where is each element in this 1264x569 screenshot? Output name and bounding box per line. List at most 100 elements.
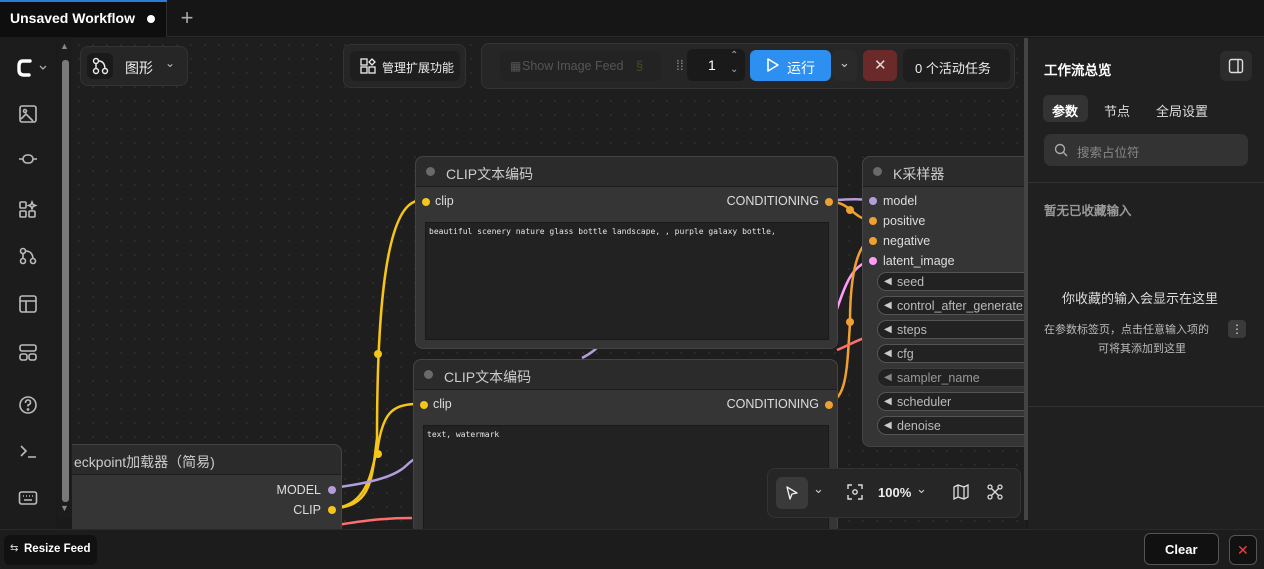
scroll-down-icon[interactable]: ▼ xyxy=(60,503,69,513)
slot-label: clip xyxy=(435,194,454,208)
empty-title: 你收藏的输入会显示在这里 xyxy=(1062,291,1219,306)
link-visibility-icon[interactable] xyxy=(987,484,1003,500)
run-label: 运行 xyxy=(787,60,815,76)
cancel-button[interactable]: ✕ xyxy=(863,50,897,81)
widget-seed[interactable]: ◀seed1 xyxy=(877,272,1026,291)
input-slot-negative[interactable] xyxy=(869,237,877,245)
minimap-icon[interactable] xyxy=(953,484,969,500)
drag-handle-icon[interactable]: ⁞⁞ xyxy=(676,57,684,73)
fit-view-icon[interactable] xyxy=(847,484,863,500)
templates-icon[interactable] xyxy=(18,294,38,314)
widget-sampler-name[interactable]: ◀ sampler_name xyxy=(877,368,1026,387)
widget-control-after-generate[interactable]: ◀ control_after_generate xyxy=(877,296,1026,315)
slot-label: MODEL xyxy=(276,483,321,497)
resize-feed-button[interactable]: ⇆ Resize Feed xyxy=(4,535,97,565)
scroll-up-icon[interactable]: ▲ xyxy=(60,41,69,51)
increment-icon[interactable]: ⌃ xyxy=(730,50,738,61)
slot-label: CONDITIONING xyxy=(726,194,819,208)
layout-icon[interactable] xyxy=(18,342,38,362)
node-header[interactable] xyxy=(863,157,1026,187)
widget-cfg[interactable]: ◀ cfg xyxy=(877,344,1026,363)
node-collapse-dot[interactable] xyxy=(873,167,882,176)
tab-unsaved-workflow[interactable]: Unsaved Workflow xyxy=(0,0,167,37)
input-slot-positive[interactable] xyxy=(869,217,877,225)
decrement-icon[interactable]: ⌄ xyxy=(730,64,738,75)
chevron-down-icon[interactable]: ⌄ xyxy=(813,481,824,497)
active-tasks-button[interactable]: 0 个活动任务 xyxy=(903,49,1010,82)
nodes-icon[interactable] xyxy=(18,199,38,219)
node-collapse-dot[interactable] xyxy=(424,370,433,379)
keyboard-icon[interactable] xyxy=(18,488,38,508)
queue-count-value: 1 xyxy=(708,57,716,73)
widget-denoise[interactable]: ◀ denoise xyxy=(877,416,1026,435)
decrement-icon[interactable]: ◀ xyxy=(884,420,892,431)
tab-nodes[interactable]: 节点 xyxy=(1104,101,1130,120)
show-image-feed-button[interactable]: ▦ Show Image Feed § xyxy=(500,51,662,81)
help-icon[interactable] xyxy=(18,395,38,415)
run-button[interactable]: 运行 xyxy=(750,50,831,81)
decrement-icon[interactable]: ◀ xyxy=(884,372,892,383)
zoom-level[interactable]: 100% xyxy=(878,485,911,500)
search-placeholder: 搜索占位符 xyxy=(1077,146,1140,160)
decrement-icon[interactable]: ◀ xyxy=(884,300,892,311)
slot-label: CONDITIONING xyxy=(726,397,819,411)
comfy-logo-icon[interactable] xyxy=(16,58,50,78)
widget-label: cfg xyxy=(897,347,914,361)
bottom-bar: ⇆ Resize Feed Clear ✕ xyxy=(0,529,1264,569)
node-collapse-dot[interactable] xyxy=(426,167,435,176)
checkpoint-loader-node[interactable]: eckpoint加载器（简易) MODEL CLIP xyxy=(72,444,342,530)
output-slot-conditioning[interactable] xyxy=(825,401,833,409)
chevron-down-icon[interactable]: ⌄ xyxy=(916,481,927,497)
tab-global-settings[interactable]: 全局设置 xyxy=(1156,101,1208,120)
image-icon[interactable] xyxy=(18,104,38,124)
output-slot-model[interactable] xyxy=(328,486,336,494)
close-feed-button[interactable]: ✕ xyxy=(1229,535,1257,565)
select-tool-button[interactable] xyxy=(776,477,808,509)
chevron-down-icon: ⌄ xyxy=(165,56,176,70)
unsaved-dot-icon xyxy=(147,15,155,23)
graph-canvas[interactable]: 图形 ⌄ 管理扩展功能 ▦ Show Image Feed § ⁞⁞ 1 ⌃ ⌄… xyxy=(72,38,1026,530)
tab-label: 参数 xyxy=(1052,104,1079,119)
plus-icon[interactable]: + xyxy=(176,6,198,30)
output-slot-clip[interactable] xyxy=(328,506,336,514)
clip-text-encode-node-positive[interactable]: CLIP文本编码 clip CONDITIONING beautiful sce… xyxy=(415,156,838,349)
clear-button[interactable]: Clear xyxy=(1144,533,1219,565)
manage-extensions-label: 管理扩展功能 xyxy=(382,61,455,75)
run-options-button[interactable]: ⌄ xyxy=(832,50,857,81)
tab-params[interactable]: 参数 xyxy=(1043,95,1088,122)
workflow-icon[interactable] xyxy=(18,246,38,266)
widget-steps[interactable]: ◀ steps xyxy=(877,320,1026,339)
manage-extensions-button[interactable]: 管理扩展功能 xyxy=(343,44,466,88)
input-slot-clip[interactable] xyxy=(420,401,428,409)
input-slot-latent-image[interactable] xyxy=(869,257,877,265)
empty-desc-2: 可将其添加到这里 xyxy=(1098,343,1186,355)
toggle-panel-button[interactable] xyxy=(1220,51,1252,81)
divider xyxy=(1028,406,1264,407)
search-input[interactable]: 搜索占位符 xyxy=(1044,134,1248,166)
prompt-textarea[interactable]: beautiful scenery nature glass bottle la… xyxy=(425,222,829,340)
output-slot-conditioning[interactable] xyxy=(825,198,833,206)
close-icon: ✕ xyxy=(1237,542,1249,558)
more-options-icon: ⋮ xyxy=(1228,320,1246,338)
chevron-down-icon: ⌄ xyxy=(839,55,850,70)
input-slot-clip[interactable] xyxy=(422,198,430,206)
node-title: CLIP文本编码 xyxy=(444,369,532,385)
model-icon[interactable] xyxy=(18,149,38,169)
widget-label: denoise xyxy=(897,419,941,433)
ksampler-node[interactable]: K采样器 model positive negative latent_imag… xyxy=(862,156,1026,447)
scrollbar-thumb[interactable] xyxy=(62,60,69,502)
search-icon xyxy=(1054,143,1068,157)
input-slot-model[interactable] xyxy=(869,197,877,205)
active-tasks-label: 0 个活动任务 xyxy=(915,61,991,76)
widget-scheduler[interactable]: ◀ scheduler xyxy=(877,392,1026,411)
terminal-icon[interactable] xyxy=(18,441,38,461)
view-mode-selector[interactable]: 图形 ⌄ xyxy=(80,46,188,86)
queue-count-input[interactable]: 1 ⌃ ⌄ xyxy=(687,49,745,81)
panel-title: 工作流总览 xyxy=(1044,63,1112,78)
puzzle-icon xyxy=(360,58,376,79)
decrement-icon[interactable]: ◀ xyxy=(884,396,892,407)
decrement-icon[interactable]: ◀ xyxy=(884,276,892,287)
cursor-icon xyxy=(786,486,798,500)
decrement-icon[interactable]: ◀ xyxy=(884,348,892,359)
decrement-icon[interactable]: ◀ xyxy=(884,324,892,335)
